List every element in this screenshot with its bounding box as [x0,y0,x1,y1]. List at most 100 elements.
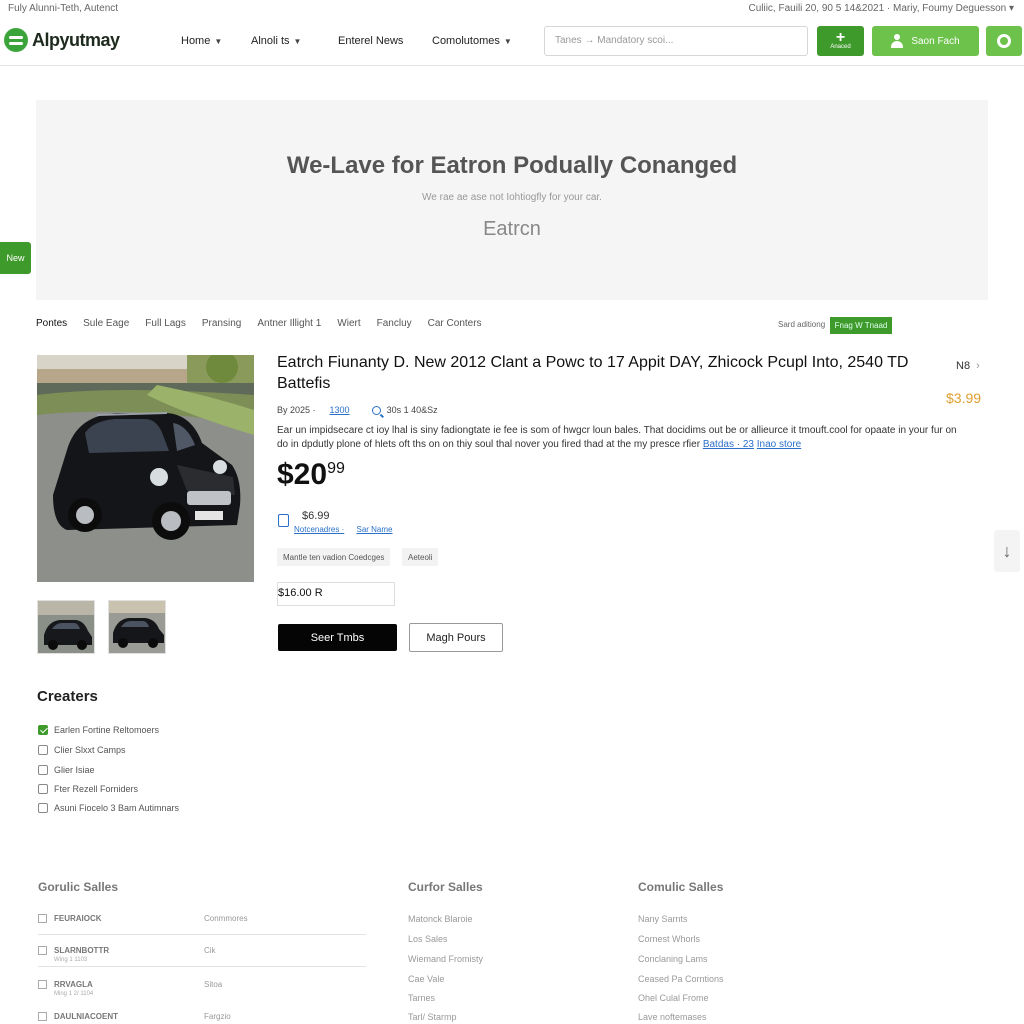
quantity-field[interactable]: $16.00 R [277,582,395,606]
footer-row-value: Conmmores [204,914,248,923]
footer-link[interactable]: Ceased Pa Corntions [638,974,724,984]
description-link-2[interactable]: Inao store [757,439,801,450]
option-chip-2[interactable]: Aeteoli [402,548,439,566]
footer-link[interactable]: Tarl/ Starmp [408,1012,457,1022]
footer-col3-title: Comulic Salles [638,880,724,894]
filter-item[interactable]: Glier Isiae [38,765,95,775]
footer-link[interactable]: Wiemand Fromisty [408,954,483,964]
footer-link[interactable]: Tarnes [408,993,435,1003]
tab-antner-illight[interactable]: Antner Illight 1 [257,318,321,329]
result-count[interactable]: N8 › [956,360,980,372]
price-main: $20 [277,458,328,491]
chevron-down-icon: ▼ [503,36,512,46]
checkbox[interactable] [38,1012,47,1021]
product-description: Ear un impidsecare ct ioy lhal is siny f… [277,424,963,452]
settings-button[interactable] [986,26,1022,56]
meta-link[interactable]: 1300 [330,405,350,415]
quantity-value: $16.00 [278,587,312,599]
nav-label: Comolutomes [432,35,500,47]
filter-item[interactable]: Earlen Fortine Reltomoers [38,725,159,735]
tag-icon [278,514,289,527]
tab-car-conters[interactable]: Car Conters [428,318,482,329]
checkbox[interactable] [38,980,47,989]
description-text: Ear un impidsecare ct ioy lhal is siny f… [277,425,957,450]
category-tabs: Pontes Sule Eage Full Lags Pransing Antn… [36,318,498,329]
product-main-image[interactable] [37,355,254,582]
account-button-label: Saon Fach [911,35,960,47]
checkbox[interactable] [38,946,47,955]
price-cents: 99 [327,460,345,477]
footer-link[interactable]: Cae Vale [408,974,444,984]
tab-wiert[interactable]: Wiert [337,318,360,329]
tab-fancluy[interactable]: Fancluy [377,318,412,329]
checkbox[interactable] [38,914,47,923]
old-link-2[interactable]: Sar Name [356,525,392,534]
footer-link[interactable]: Los Sales [408,934,448,944]
hero-banner: We-Lave for Eatron Podually Conanged We … [36,100,988,300]
quantity-suffix: R [314,587,323,599]
checkbox[interactable] [38,803,48,813]
nav-item-home[interactable]: Home ▼ [181,35,222,47]
footer-row-value: Cik [204,946,216,955]
old-price-links: Notcenadres · Sar Name [294,525,403,534]
footer-row-name: DAULNIACOENT [54,1012,118,1021]
product-price: $2099 [277,458,345,492]
tab-sule-eage[interactable]: Sule Eage [83,318,129,329]
logo-icon [4,28,28,52]
divider [38,934,366,935]
footer-link[interactable]: Cornest Whorls [638,934,700,944]
primary-button[interactable]: Seer Tmbs [278,624,397,651]
description-link-1[interactable]: Batdas · 23 [703,439,754,450]
side-tab-new[interactable]: New [0,242,31,274]
utility-left-text: Fuly Alunni-Teth, Autenct [8,3,119,14]
checkbox[interactable] [38,745,48,755]
hero-subtitle: We rae ae ase not Iohtiogfly for your ca… [422,192,602,203]
filter-item[interactable]: Clier Slxxt Camps [38,745,126,755]
filter-item[interactable]: Fter Rezell Forniders [38,784,138,794]
tab-pontes[interactable]: Pontes [36,318,67,329]
old-link-1[interactable]: Notcenadres · [294,525,344,534]
checkbox-checked[interactable] [38,725,48,735]
gear-icon [997,34,1011,48]
add-button[interactable]: + Anaced [817,26,864,56]
add-button-caption: Anaced [830,44,851,50]
utility-right-text[interactable]: Culiic, Fauili 20, 90 5 14&2021 · Mariy,… [748,3,1014,14]
footer-row-sub: Wing 1 1103 [54,957,88,963]
footer-link[interactable]: Lave noftemases [638,1012,707,1022]
footer-link[interactable]: Conclaning Lams [638,954,708,964]
tab-full-lags[interactable]: Full Lags [145,318,186,329]
nav-item-comolutomes[interactable]: Comolutomes ▼ [432,35,512,47]
search-input[interactable]: Tanes → Mandatory scoi... [544,26,808,56]
chevron-down-icon: ▼ [214,36,223,46]
nav-item-news[interactable]: Enterel News [338,35,403,47]
filter-item[interactable]: Asuni Fiocelo 3 Bam Autimnars [38,803,179,813]
checkbox[interactable] [38,784,48,794]
product-thumbnail-1[interactable] [37,600,95,654]
divider [38,966,366,967]
tab-pransing[interactable]: Pransing [202,318,241,329]
meta-code: 30s 1 40&Sz [386,405,438,415]
nav-item-alnolits[interactable]: Alnoli ts ▼ [251,35,301,47]
nav-label: Alnoli ts [251,35,290,47]
product-meta: By 2025 · 1300 30s 1 40&Sz [277,405,438,415]
sort-button[interactable]: Fnag W Tnaad [830,317,892,334]
footer-row-name: SLARNBOTTR [54,946,110,955]
option-chip-1[interactable]: Mantle ten vadion Coedcges [277,548,391,566]
result-count-label: N8 [956,360,971,372]
footer-link[interactable]: Ohel Culal Frome [638,993,709,1003]
car-thumbnail-photo [38,601,94,653]
product-thumbnail-2[interactable] [108,600,166,654]
secondary-button[interactable]: Magh Pours [409,623,503,652]
checkbox[interactable] [38,765,48,775]
account-button[interactable]: Saon Fach [872,26,979,56]
footer-row-name: RRVAGLA [54,980,93,989]
chevron-right-icon: › [976,360,980,372]
footer-link[interactable]: Nany Sarnts [638,914,688,924]
filter-label: Fter Rezell Forniders [54,784,139,794]
filter-label: Clier Slxxt Camps [54,745,126,755]
arrow-down-icon[interactable]: ↓ [994,530,1020,572]
logo[interactable]: Alpyutmay [4,28,120,52]
footer-link[interactable]: Matonck Blaroie [408,914,473,924]
car-photo [37,355,254,582]
site-header: Alpyutmay Home ▼ Alnoli ts ▼ Enterel News … [0,18,1024,66]
